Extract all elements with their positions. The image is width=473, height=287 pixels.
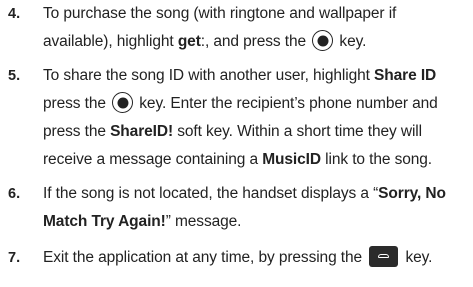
step-number: 7. <box>8 250 21 266</box>
step-text-line: To purchase the song (with ringtone and … <box>43 0 396 28</box>
step-text-line: press the ShareID! soft key. Within a sh… <box>43 118 422 146</box>
text-run: key. <box>401 249 433 266</box>
text-run: receive a message containing a <box>43 151 263 168</box>
message-text: Match Try Again! <box>43 213 166 230</box>
message-text: Sorry, No <box>378 185 446 202</box>
text-run: :, and press the <box>200 33 311 50</box>
menu-option-get: get <box>177 33 201 50</box>
step-number: 4. <box>8 6 21 22</box>
step-text-line: available), highlight get:, and press th… <box>43 28 366 56</box>
text-run: To share the song ID with another user, … <box>43 67 375 84</box>
ok-key-icon <box>312 30 334 51</box>
text-run: soft key. Within a short time they will <box>173 123 422 140</box>
musicid-term: MusicID <box>262 151 321 168</box>
step-text-line: press the key. Enter the recipient’s pho… <box>43 90 438 118</box>
text-run: key. <box>335 33 367 50</box>
end-key-icon <box>369 246 399 267</box>
text-run: press the <box>43 123 111 140</box>
text-run: To purchase the song (with ringtone and … <box>43 5 397 22</box>
step-text-line: receive a message containing a MusicID l… <box>43 146 432 174</box>
step-number: 6. <box>8 186 21 202</box>
text-run: available), highlight <box>43 33 178 50</box>
menu-option-share-id: Share ID <box>374 67 437 84</box>
text-run: press the <box>43 95 111 112</box>
text-run: If the song is not located, the handset … <box>43 185 379 202</box>
manual-page: 4. To purchase the song (with ringtone a… <box>0 0 473 287</box>
step-text-line: Match Try Again!” message. <box>43 208 241 236</box>
text-run: link to the song. <box>320 151 433 168</box>
step-text-line: To share the song ID with another user, … <box>43 62 436 90</box>
softkey-shareid: ShareID! <box>110 123 174 140</box>
ok-key-icon <box>112 92 134 113</box>
step-number: 5. <box>8 68 21 84</box>
step-text-line: Exit the application at any time, by pre… <box>43 244 432 272</box>
step-text-line: If the song is not located, the handset … <box>43 180 446 208</box>
text-run: key. Enter the recipient’s phone number … <box>135 95 438 112</box>
text-run: Exit the application at any time, by pre… <box>43 249 367 266</box>
text-run: ” message. <box>165 213 242 230</box>
